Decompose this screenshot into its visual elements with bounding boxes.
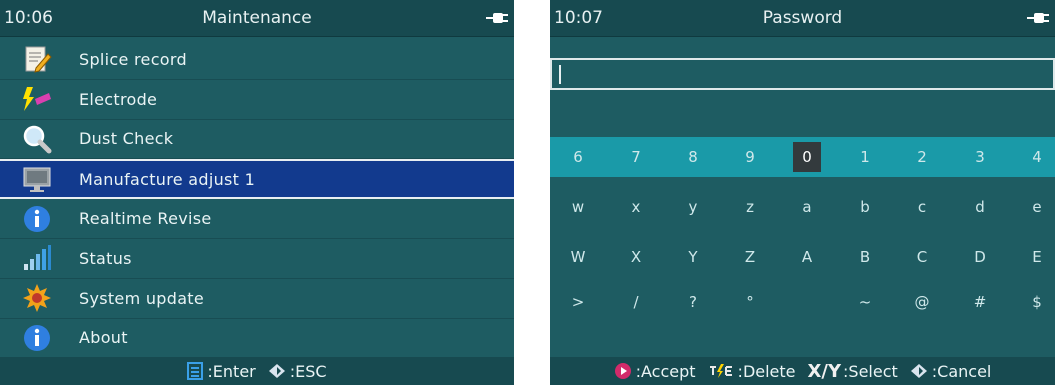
delete-hint[interactable]: :Delete: [708, 362, 796, 381]
menu-item-system-update[interactable]: System update: [0, 279, 514, 319]
screen-title: Password: [762, 8, 843, 28]
keyboard-key[interactable]: >: [564, 287, 592, 317]
password-screen: 10:07 Password 678901234 wxyzabcde WXYZABC…: [550, 0, 1055, 385]
keyboard-key[interactable]: a: [793, 192, 821, 222]
info-icon: [17, 322, 57, 354]
keyboard-key[interactable]: 2: [908, 142, 936, 172]
delete-label: :Delete: [737, 361, 796, 381]
keyboard-key[interactable]: Y: [679, 242, 707, 272]
keyboard-key[interactable]: C: [908, 242, 936, 272]
info-icon: [17, 203, 57, 235]
status-bar: 10:07 Password: [550, 0, 1055, 37]
accept-hint[interactable]: :Accept: [614, 362, 696, 381]
select-hint[interactable]: X/Y :Select: [808, 361, 898, 382]
keyboard-key[interactable]: 9: [736, 142, 764, 172]
keyboard-key[interactable]: A: [793, 242, 821, 272]
keyboard-key[interactable]: E: [1023, 242, 1051, 272]
keyboard-key[interactable]: /: [622, 287, 650, 317]
keyboard-key[interactable]: D: [966, 242, 994, 272]
keyboard-key[interactable]: z: [736, 192, 764, 222]
menu-item-status[interactable]: Status: [0, 239, 514, 279]
keyboard-key[interactable]: $: [1023, 287, 1051, 317]
menu-item-label: Status: [79, 248, 132, 268]
footer-hints: :Enter :ESC: [0, 357, 514, 385]
menu-item-about[interactable]: About: [0, 319, 514, 359]
menu-item-label: Manufacture adjust 1: [79, 169, 256, 189]
menu-item-electrode[interactable]: Electrode: [0, 80, 514, 120]
menu-item-label: Dust Check: [79, 129, 174, 149]
delete-key-icon: [709, 364, 732, 378]
menu-item-splice-record[interactable]: Splice record: [0, 40, 514, 80]
gear-burst-icon: [17, 282, 57, 314]
keyboard-key[interactable]: [793, 287, 821, 317]
menu-item-label: Electrode: [79, 89, 158, 109]
keyboard-key[interactable]: B: [851, 242, 879, 272]
cancel-hint[interactable]: :Cancel: [910, 361, 992, 381]
select-label: :Select: [843, 361, 898, 381]
enter-key-icon: [187, 362, 204, 380]
screen-title: Maintenance: [202, 8, 312, 28]
esc-hint[interactable]: :ESC: [268, 362, 327, 381]
text-caret: [559, 65, 561, 84]
power-plug-icon: [1027, 13, 1049, 23]
signal-bars-icon: [17, 242, 57, 274]
menu-item-manufacture-adjust[interactable]: Manufacture adjust 1: [0, 159, 514, 200]
cancel-label: :Cancel: [931, 361, 992, 381]
enter-hint[interactable]: :Enter: [187, 361, 256, 381]
keyboard-key[interactable]: 4: [1023, 142, 1051, 172]
power-plug-icon: [486, 13, 508, 23]
keyboard-key[interactable]: e: [1023, 192, 1051, 222]
keyboard-key[interactable]: w: [564, 192, 592, 222]
keyboard-key[interactable]: W: [564, 242, 592, 272]
xy-select-glyph: X/Y: [807, 360, 842, 382]
keyboard-key[interactable]: b: [851, 192, 879, 222]
keyboard-key[interactable]: x: [622, 192, 650, 222]
escape-key-icon: [910, 364, 927, 378]
enter-label: :Enter: [207, 361, 256, 381]
maintenance-menu: Splice record Electrode Dust Check Manuf…: [0, 40, 514, 359]
keyboard-key[interactable]: 6: [564, 142, 592, 172]
status-bar: 10:06 Maintenance: [0, 0, 514, 37]
keyboard-key[interactable]: ?: [679, 287, 707, 317]
menu-item-label: About: [79, 328, 128, 348]
keyboard-key[interactable]: X: [622, 242, 650, 272]
keyboard-key[interactable]: d: [966, 192, 994, 222]
keyboard-key[interactable]: 1: [851, 142, 879, 172]
keyboard-row: WXYZABCDE: [550, 237, 1055, 277]
keyboard-key[interactable]: y: [679, 192, 707, 222]
menu-item-realtime-revise[interactable]: Realtime Revise: [0, 199, 514, 239]
menu-item-label: Realtime Revise: [79, 209, 212, 229]
menu-item-label: Splice record: [79, 49, 187, 69]
keyboard-row: > /? ° ~ @ # $: [550, 282, 1055, 322]
keyboard-key[interactable]: 3: [966, 142, 994, 172]
keyboard-key[interactable]: °: [736, 287, 764, 317]
monitor-icon: [17, 163, 57, 195]
keyboard-key[interactable]: #: [966, 287, 994, 317]
magnifier-icon: [17, 123, 57, 155]
notepad-icon: [17, 43, 57, 75]
accept-play-icon: [614, 363, 631, 379]
footer-hints: :Accept :Delete X/Y :Select :Cancel: [550, 357, 1055, 385]
menu-item-dust-check[interactable]: Dust Check: [0, 120, 514, 160]
accept-label: :Accept: [635, 361, 696, 381]
keyboard-key[interactable]: Z: [736, 242, 764, 272]
keyboard-row: 678901234: [550, 137, 1055, 177]
escape-key-icon: [268, 364, 285, 378]
electrode-icon: [17, 83, 57, 115]
keyboard-key[interactable]: 8: [679, 142, 707, 172]
keyboard-row: wxyzabcde: [550, 187, 1055, 227]
password-input[interactable]: [550, 58, 1055, 90]
keyboard-key[interactable]: 7: [622, 142, 650, 172]
esc-label: :ESC: [289, 361, 327, 381]
maintenance-screen: 10:06 Maintenance Splice record Electrod…: [0, 0, 514, 385]
keyboard-key[interactable]: ~: [851, 287, 879, 317]
keyboard-key[interactable]: 0: [793, 142, 821, 172]
keyboard-key[interactable]: @: [908, 287, 936, 317]
menu-item-label: System update: [79, 288, 205, 308]
keyboard-key[interactable]: c: [908, 192, 936, 222]
